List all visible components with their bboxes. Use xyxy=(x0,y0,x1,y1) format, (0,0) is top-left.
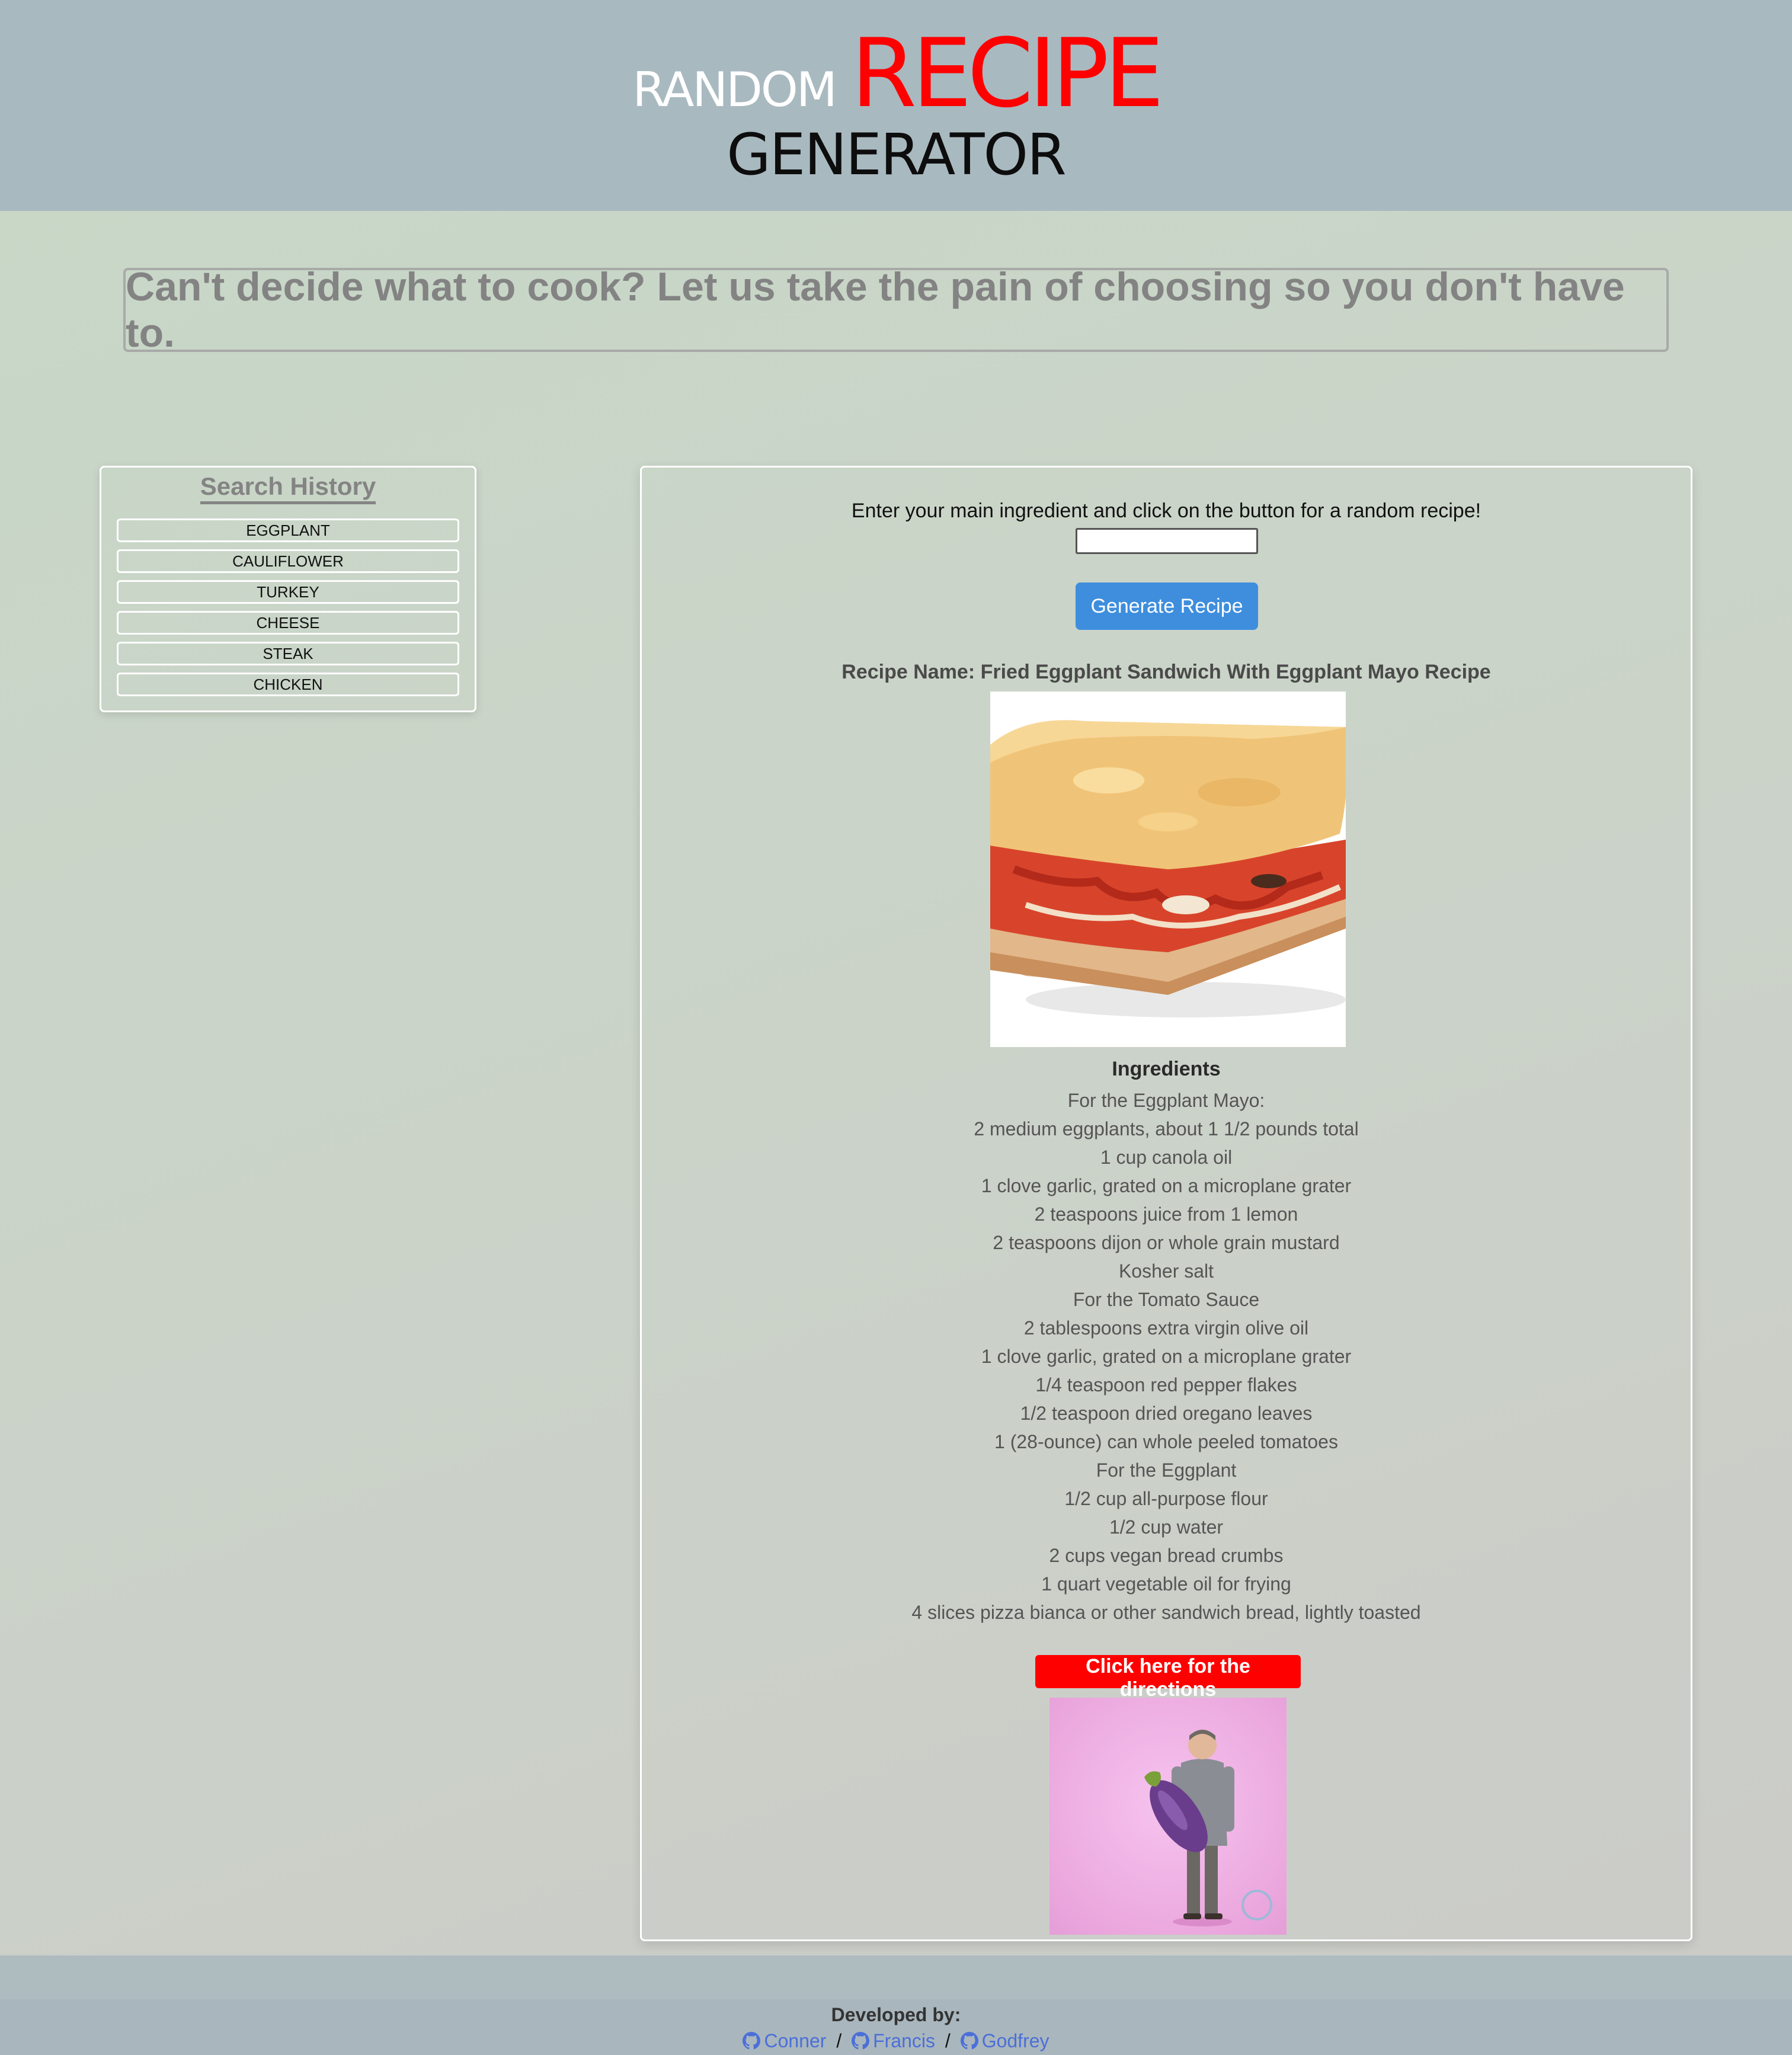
ingredient-item: 1 cup canola oil xyxy=(1100,1147,1233,1168)
ingredients-list: For the Eggplant Mayo: 2 medium eggplant… xyxy=(642,1086,1691,1627)
github-icon xyxy=(743,2032,761,2050)
man-with-eggplant-illustration xyxy=(1144,1730,1272,1926)
ingredient-item: 1/2 cup all-purpose flour xyxy=(1064,1488,1268,1509)
developer-link-godfrey[interactable]: Godfrey xyxy=(955,2030,1049,2051)
eggplant-gif xyxy=(1049,1698,1287,1935)
developed-by-label: Developed by: xyxy=(831,2004,961,2025)
directions-button[interactable]: Click here for the directions xyxy=(1035,1655,1301,1701)
ingredient-item: 1 (28-ounce) can whole peeled tomatoes xyxy=(994,1431,1338,1452)
search-history-title: Search History xyxy=(101,472,475,504)
github-icon xyxy=(960,2032,978,2050)
title-recipe: RECIPE xyxy=(850,18,1164,129)
title-generator: GENERATOR xyxy=(727,121,1066,188)
developer-links: Conner / Francis / Godfrey xyxy=(0,2030,1792,2052)
recipe-panel: Enter your main ingredient and click on … xyxy=(640,466,1692,1941)
tagline-box: Can't decide what to cook? Let us take t… xyxy=(123,264,1669,356)
history-item-eggplant[interactable]: EGGPLANT xyxy=(117,518,459,542)
developer-link-conner[interactable]: Conner xyxy=(743,2030,831,2051)
ingredient-item: 2 teaspoons dijon or whole grain mustard xyxy=(993,1232,1340,1253)
ingredient-item: 2 cups vegan bread crumbs xyxy=(1049,1545,1284,1566)
ingredient-item: 1 clove garlic, grated on a microplane g… xyxy=(981,1175,1352,1196)
developer-name: Godfrey xyxy=(981,2030,1049,2051)
ingredient-item: 1 clove garlic, grated on a microplane g… xyxy=(981,1346,1352,1367)
separator: / xyxy=(836,2030,842,2051)
history-item-chicken[interactable]: CHICKEN xyxy=(117,673,459,696)
history-item-steak[interactable]: STEAK xyxy=(117,642,459,665)
site-header: RANDOM RECIPE GENERATOR xyxy=(0,0,1792,211)
ingredient-item: For the Eggplant xyxy=(1096,1459,1237,1481)
ingredient-item: For the Tomato Sauce xyxy=(1073,1289,1260,1310)
footer-strip xyxy=(0,1955,1792,1999)
ingredient-item: 1/4 teaspoon red pepper flakes xyxy=(1035,1374,1297,1395)
ingredient-item: 1/2 teaspoon dried oregano leaves xyxy=(1020,1403,1313,1424)
search-history-panel: Search History EGGPLANT CAULIFLOWER TURK… xyxy=(100,466,476,712)
ingredient-item: 2 tablespoons extra virgin olive oil xyxy=(1023,1317,1309,1339)
ingredient-item: 2 medium eggplants, about 1 1/2 pounds t… xyxy=(974,1118,1359,1139)
site-title: RANDOM RECIPE xyxy=(0,18,1792,129)
developer-name: Francis xyxy=(873,2030,936,2051)
title-random: RANDOM xyxy=(632,62,837,117)
recipe-image xyxy=(990,692,1346,1047)
tagline-text: Can't decide what to cook? Let us take t… xyxy=(126,264,1625,356)
ingredient-item: 1/2 cup water xyxy=(1109,1516,1224,1538)
search-history-heading: Search History xyxy=(200,472,376,504)
ingredient-item: 2 teaspoons juice from 1 lemon xyxy=(1034,1203,1298,1225)
ingredient-item: Kosher salt xyxy=(1118,1260,1214,1282)
site-footer: Developed by: Conner / Francis / Godfrey xyxy=(0,1999,1792,2055)
ingredients-heading: Ingredients xyxy=(1112,1058,1221,1080)
separator: / xyxy=(945,2030,951,2051)
ingredient-input[interactable] xyxy=(1076,528,1258,554)
history-item-turkey[interactable]: TURKEY xyxy=(117,580,459,604)
ingredient-item: For the Eggplant Mayo: xyxy=(1067,1090,1265,1111)
ingredient-item: 4 slices pizza bianca or other sandwich … xyxy=(911,1602,1421,1623)
ingredient-prompt: Enter your main ingredient and click on … xyxy=(851,500,1481,522)
ingredient-item: 1 quart vegetable oil for frying xyxy=(1041,1573,1291,1595)
sandwich-illustration xyxy=(990,692,1346,1047)
github-icon xyxy=(852,2032,870,2050)
recipe-name: Recipe Name: Fried Eggplant Sandwich Wit… xyxy=(841,661,1491,683)
generate-recipe-button[interactable]: Generate Recipe xyxy=(1076,582,1258,630)
history-item-cauliflower[interactable]: CAULIFLOWER xyxy=(117,549,459,573)
search-history-list: EGGPLANT CAULIFLOWER TURKEY CHEESE STEAK… xyxy=(117,518,459,703)
history-item-cheese[interactable]: CHEESE xyxy=(117,611,459,635)
developer-link-francis[interactable]: Francis xyxy=(846,2030,940,2051)
developer-name: Conner xyxy=(764,2030,827,2051)
